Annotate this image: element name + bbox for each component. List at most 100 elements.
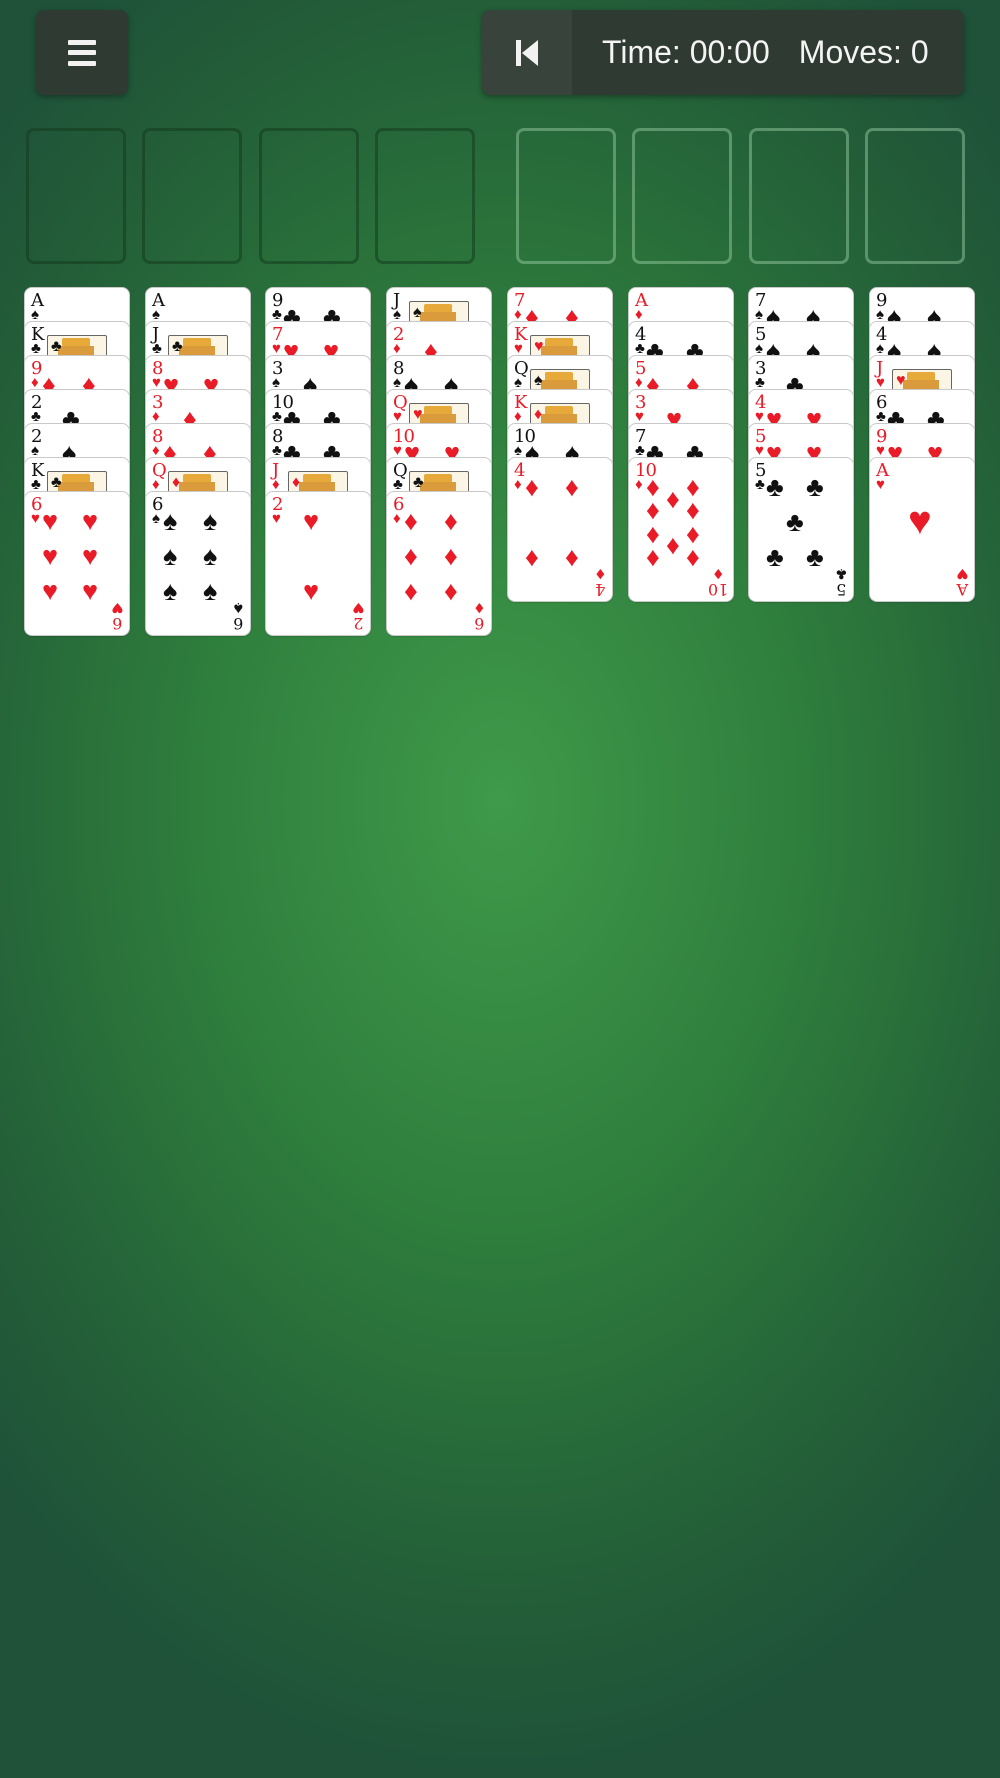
playing-card[interactable]: 6 ♦ ♦ ♦ ♦ ♦ ♦ ♦ 6 ♦ — [387, 492, 491, 635]
card-corner-index: 5 ♣ — [835, 565, 848, 599]
card-suit-icon: ♣ — [755, 476, 765, 493]
foundation-pile[interactable] — [632, 128, 732, 264]
card-pip: ♠ — [203, 576, 218, 606]
card-suit-icon: ♦ — [152, 408, 160, 425]
card-pip: ♣ — [766, 472, 784, 502]
card-pip: ♥ — [908, 499, 932, 543]
foundation-pile[interactable] — [749, 128, 849, 264]
card-suit-icon: ♣ — [755, 374, 765, 391]
card-pip: ♦ — [565, 472, 579, 502]
card-suit-icon: ♠ — [755, 306, 763, 323]
card-pip: ♦ — [525, 472, 539, 502]
free-cell[interactable] — [26, 128, 126, 264]
foundation-pile[interactable] — [865, 128, 965, 264]
card-suit-icon: ♥ — [514, 340, 523, 357]
menu-button[interactable] — [36, 10, 128, 95]
card-suit-icon: ♣ — [31, 340, 41, 357]
card-pip: ♣ — [806, 472, 824, 502]
card-corner-index: 6 ♥ — [111, 599, 124, 633]
card-suit-icon: ♣ — [31, 408, 41, 425]
status-bar: Time: 00:00 Moves: 0 — [482, 10, 964, 95]
card-suit-icon: ♣ — [635, 340, 645, 357]
card-suit-icon: ♦ — [393, 510, 401, 527]
card-pip: ♦ — [404, 541, 418, 571]
card-corner-index: A ♥ — [956, 565, 969, 599]
card-suit-icon: ♥ — [272, 340, 281, 357]
card-pip: ♦ — [646, 542, 660, 572]
card-pip: ♦ — [444, 506, 458, 536]
undo-button[interactable] — [482, 10, 572, 95]
playing-card[interactable]: 5 ♣ ♣ ♣ ♣ ♣ ♣ 5 ♣ — [749, 458, 853, 601]
card-suit-icon: ♣ — [272, 408, 282, 425]
card-suit-icon: ♦ — [31, 374, 39, 391]
card-suit-icon: ♣ — [635, 442, 645, 459]
card-suit-icon: ♣ — [393, 476, 403, 493]
card-pip: ♣ — [806, 542, 824, 572]
card-suit-icon: ♣ — [876, 408, 886, 425]
card-pip: ♦ — [404, 506, 418, 536]
card-suit-icon: ♥ — [876, 476, 885, 493]
card-suit-icon: ♦ — [635, 306, 643, 323]
card-pip: ♥ — [82, 541, 99, 571]
card-suit-icon: ♥ — [152, 374, 161, 391]
card-suit-icon: ♠ — [152, 306, 160, 323]
card-pip: ♦ — [525, 542, 539, 572]
foundation-pile[interactable] — [516, 128, 616, 264]
card-suit-icon: ♦ — [514, 408, 522, 425]
card-corner-index: 4 ♦ — [594, 565, 607, 599]
card-corner-index: 2 ♥ — [352, 599, 365, 633]
free-cell[interactable] — [142, 128, 242, 264]
card-pip: ♥ — [42, 576, 59, 606]
card-suit-icon: ♥ — [755, 442, 764, 459]
moves-counter: Moves: 0 — [798, 34, 929, 70]
card-suit-icon: ♠ — [31, 442, 39, 459]
card-suit-icon: ♠ — [393, 306, 401, 323]
card-suit-icon: ♣ — [31, 476, 41, 493]
playing-card[interactable]: 6 ♥ ♥ ♥ ♥ ♥ ♥ ♥ 6 ♥ — [25, 492, 129, 635]
card-suit-icon: ♠ — [393, 374, 401, 391]
card-pip: ♥ — [303, 576, 320, 606]
card-suit-icon: ♦ — [152, 476, 160, 493]
card-suit-icon: ♣ — [152, 340, 162, 357]
card-suit-icon: ♥ — [876, 442, 885, 459]
card-suit-icon: ♥ — [876, 374, 885, 391]
card-corner-index: 6 ♠ — [232, 599, 245, 633]
menu-icon — [68, 39, 96, 66]
card-suit-icon: ♠ — [876, 340, 884, 357]
card-suit-icon: ♦ — [635, 374, 643, 391]
card-pip: ♣ — [766, 542, 784, 572]
card-pip: ♦ — [444, 541, 458, 571]
card-corner-index: 10 ♦ — [707, 565, 728, 599]
playing-card[interactable]: A ♥ ♥ A ♥ — [870, 458, 974, 601]
card-suit-icon: ♦ — [514, 306, 522, 323]
card-pip: ♦ — [444, 576, 458, 606]
card-pip: ♦ — [404, 576, 418, 606]
card-suit-icon: ♠ — [272, 374, 280, 391]
free-cell[interactable] — [259, 128, 359, 264]
card-pip: ♦ — [666, 530, 680, 560]
card-pip: ♠ — [163, 506, 178, 536]
card-suit-icon: ♦ — [393, 340, 401, 357]
card-pip: ♠ — [203, 506, 218, 536]
card-pip: ♥ — [82, 506, 99, 536]
card-pip: ♠ — [163, 541, 178, 571]
card-corner-index: 6 ♦ — [473, 599, 486, 633]
card-suit-icon: ♠ — [152, 510, 160, 527]
free-cell[interactable] — [375, 128, 475, 264]
card-suit-icon: ♣ — [272, 442, 282, 459]
card-pip: ♠ — [163, 576, 178, 606]
card-suit-icon: ♥ — [635, 408, 644, 425]
card-suit-icon: ♠ — [514, 374, 522, 391]
card-suit-icon: ♠ — [514, 442, 522, 459]
card-pip: ♦ — [686, 542, 700, 572]
playing-card[interactable]: 10 ♦ ♦ ♦ ♦ ♦ ♦ ♦ ♦ ♦ ♦ ♦ 10 ♦ — [629, 458, 733, 601]
playing-card[interactable]: 4 ♦ ♦ ♦ ♦ ♦ 4 ♦ — [508, 458, 612, 601]
card-suit-icon: ♦ — [272, 476, 280, 493]
playing-card[interactable]: 2 ♥ ♥ ♥ 2 ♥ — [266, 492, 370, 635]
card-pip: ♥ — [303, 506, 320, 536]
card-pip: ♥ — [82, 576, 99, 606]
playing-card[interactable]: 6 ♠ ♠ ♠ ♠ ♠ ♠ ♠ 6 ♠ — [146, 492, 250, 635]
card-suit-icon: ♥ — [272, 510, 281, 527]
card-pip: ♣ — [786, 507, 804, 537]
card-suit-icon: ♥ — [393, 442, 402, 459]
